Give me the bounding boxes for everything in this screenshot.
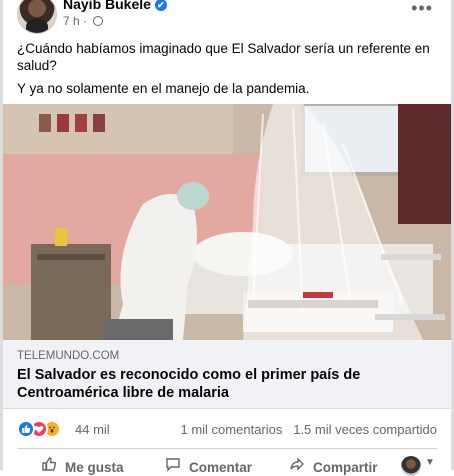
- link-title[interactable]: El Salvador es reconocido como el primer…: [17, 366, 437, 402]
- share-count[interactable]: 1.5 mil veces compartido: [293, 422, 437, 437]
- like-button[interactable]: Me gusta: [41, 456, 124, 475]
- post-text-line2: Y ya no solamente en el manejo de la pan…: [17, 81, 310, 96]
- post-actions: Me gusta Comentar Compartir ▼: [17, 456, 437, 476]
- hospital-scene-image: [3, 104, 451, 340]
- author-avatar[interactable]: [17, 0, 57, 34]
- actions-divider: [17, 448, 437, 449]
- post-meta: 7 h ·: [63, 14, 104, 28]
- link-domain: TELEMUNDO.COM: [17, 350, 120, 362]
- post-card: Nayib Bukele ✔ 7 h · ••• ¿Cuándo habíamos…: [3, 0, 451, 476]
- comment-count[interactable]: 1 mil comentarios: [181, 422, 283, 437]
- comment-button[interactable]: Comentar: [165, 456, 252, 475]
- comment-label: Comentar: [189, 460, 253, 475]
- more-options-button[interactable]: •••: [411, 0, 433, 19]
- link-preview-box[interactable]: TELEMUNDO.COM El Salvador es reconocido …: [3, 340, 451, 409]
- share-label: Compartir: [313, 460, 378, 475]
- thumbs-up-icon: [41, 456, 57, 475]
- link-preview-image[interactable]: [3, 104, 451, 340]
- post-text-line1: ¿Cuándo habíamos imaginado que El Salvad…: [17, 41, 430, 73]
- post-header: Nayib Bukele ✔ 7 h · •••: [17, 0, 437, 34]
- meta-separator: ·: [83, 14, 88, 28]
- chevron-down-icon[interactable]: ▼: [425, 457, 435, 468]
- share-button[interactable]: Compartir: [289, 456, 378, 475]
- like-label: Me gusta: [65, 460, 124, 475]
- engagement-counts: 1 mil comentarios 1.5 mil veces comparti…: [181, 422, 438, 437]
- like-reaction-icon[interactable]: [17, 420, 35, 438]
- reaction-count[interactable]: 44 mil: [75, 422, 110, 437]
- reactions-bar: 44 mil 1 mil comentarios 1.5 mil veces c…: [17, 420, 437, 440]
- author-name[interactable]: Nayib Bukele: [63, 0, 151, 12]
- post-time[interactable]: 7 h: [63, 14, 80, 28]
- globe-icon: [93, 16, 104, 26]
- comment-icon: [165, 456, 181, 475]
- author-name-row: Nayib Bukele ✔: [63, 0, 167, 12]
- reactor-avatar[interactable]: [401, 456, 421, 476]
- verified-badge-icon: ✔: [154, 0, 167, 11]
- share-icon: [289, 456, 305, 475]
